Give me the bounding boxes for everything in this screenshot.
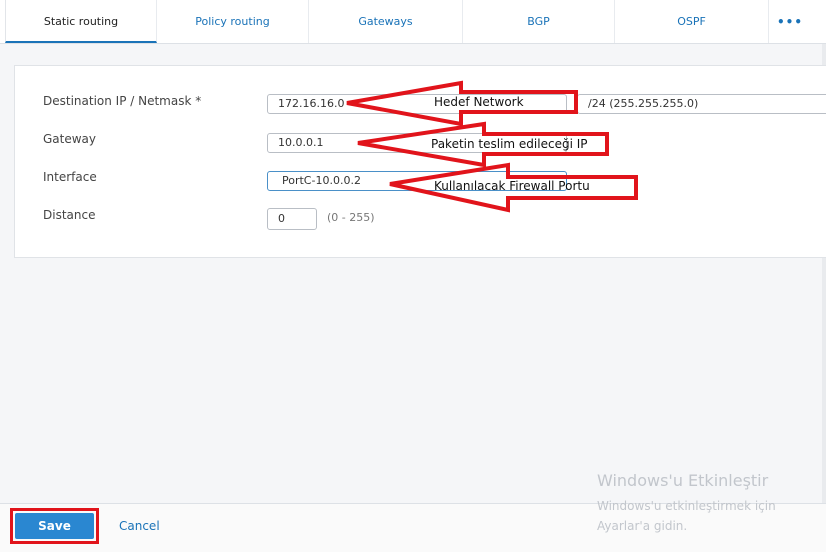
annotation-overlay — [346, 80, 638, 213]
save-highlight-box — [10, 508, 99, 544]
annotation-gateway: Paketin teslim edileceği IP — [431, 137, 588, 151]
cancel-link[interactable]: Cancel — [119, 519, 160, 533]
annotation-interface: Kullanılacak Firewall Portu — [434, 179, 590, 193]
annotation-destination: Hedef Network — [434, 95, 524, 109]
watermark-line-1: Windows'u etkinleştirmek için — [597, 499, 776, 513]
activation-watermark-text: Windows'u etkinleştirmek için Ayarlar'a … — [597, 496, 776, 536]
activation-watermark-title: Windows'u Etkinleştir — [597, 471, 769, 490]
watermark-line-2: Ayarlar'a gidin. — [597, 519, 688, 533]
